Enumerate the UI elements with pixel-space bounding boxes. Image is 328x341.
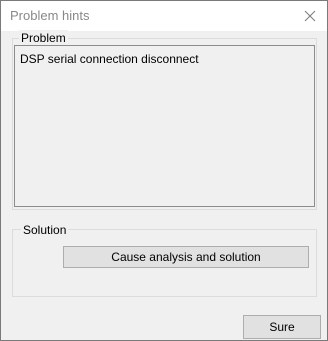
title-bar: Problem hints <box>1 1 327 31</box>
solution-group-label: Solution <box>21 222 69 238</box>
sure-button[interactable]: Sure <box>243 315 321 339</box>
problem-hints-dialog: Problem hints Problem DSP serial connect… <box>0 0 328 341</box>
close-icon <box>304 10 316 22</box>
problem-textbox[interactable]: DSP serial connection disconnect <box>14 45 315 207</box>
close-button[interactable] <box>293 1 327 31</box>
window-title: Problem hints <box>10 8 90 23</box>
cause-analysis-button[interactable]: Cause analysis and solution <box>63 246 309 268</box>
problem-group-label: Problem <box>19 30 68 46</box>
